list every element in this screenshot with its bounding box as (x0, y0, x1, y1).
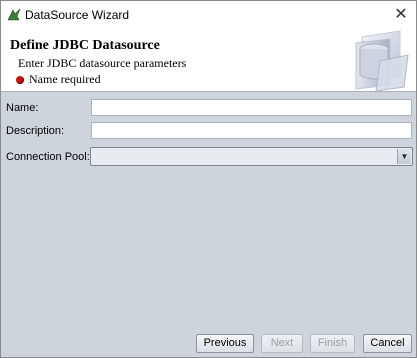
page-title: Define JDBC Datasource (10, 38, 160, 53)
wizard-app-icon (7, 8, 21, 22)
window-title: DataSource Wizard (25, 8, 130, 22)
next-button[interactable]: Next (261, 334, 303, 353)
name-field[interactable] (91, 99, 412, 116)
name-label: Name: (6, 102, 39, 114)
wizard-header: Define JDBC Datasource Enter JDBC dataso… (1, 29, 416, 92)
previous-button[interactable]: Previous (196, 334, 254, 353)
chevron-down-icon[interactable]: ▼ (397, 149, 411, 164)
datasource-wizard-window: DataSource Wizard ✕ Define JDBC Datasour… (0, 0, 417, 358)
error-indicator-icon (16, 75, 24, 84)
connection-pool-select[interactable]: ▼ (90, 147, 413, 166)
database-folder-icon (350, 27, 412, 92)
status-text: Name required (29, 72, 101, 86)
finish-button[interactable]: Finish (310, 334, 355, 353)
status-message: Name required (16, 72, 101, 87)
close-button[interactable]: ✕ (386, 1, 416, 29)
description-field[interactable] (91, 122, 412, 139)
connection-pool-label: Connection Pool: (6, 151, 90, 163)
page-subtitle: Enter JDBC datasource parameters (18, 56, 187, 70)
title-bar: DataSource Wizard ✕ (1, 1, 416, 29)
cancel-button[interactable]: Cancel (363, 334, 412, 353)
description-label: Description: (6, 125, 65, 137)
